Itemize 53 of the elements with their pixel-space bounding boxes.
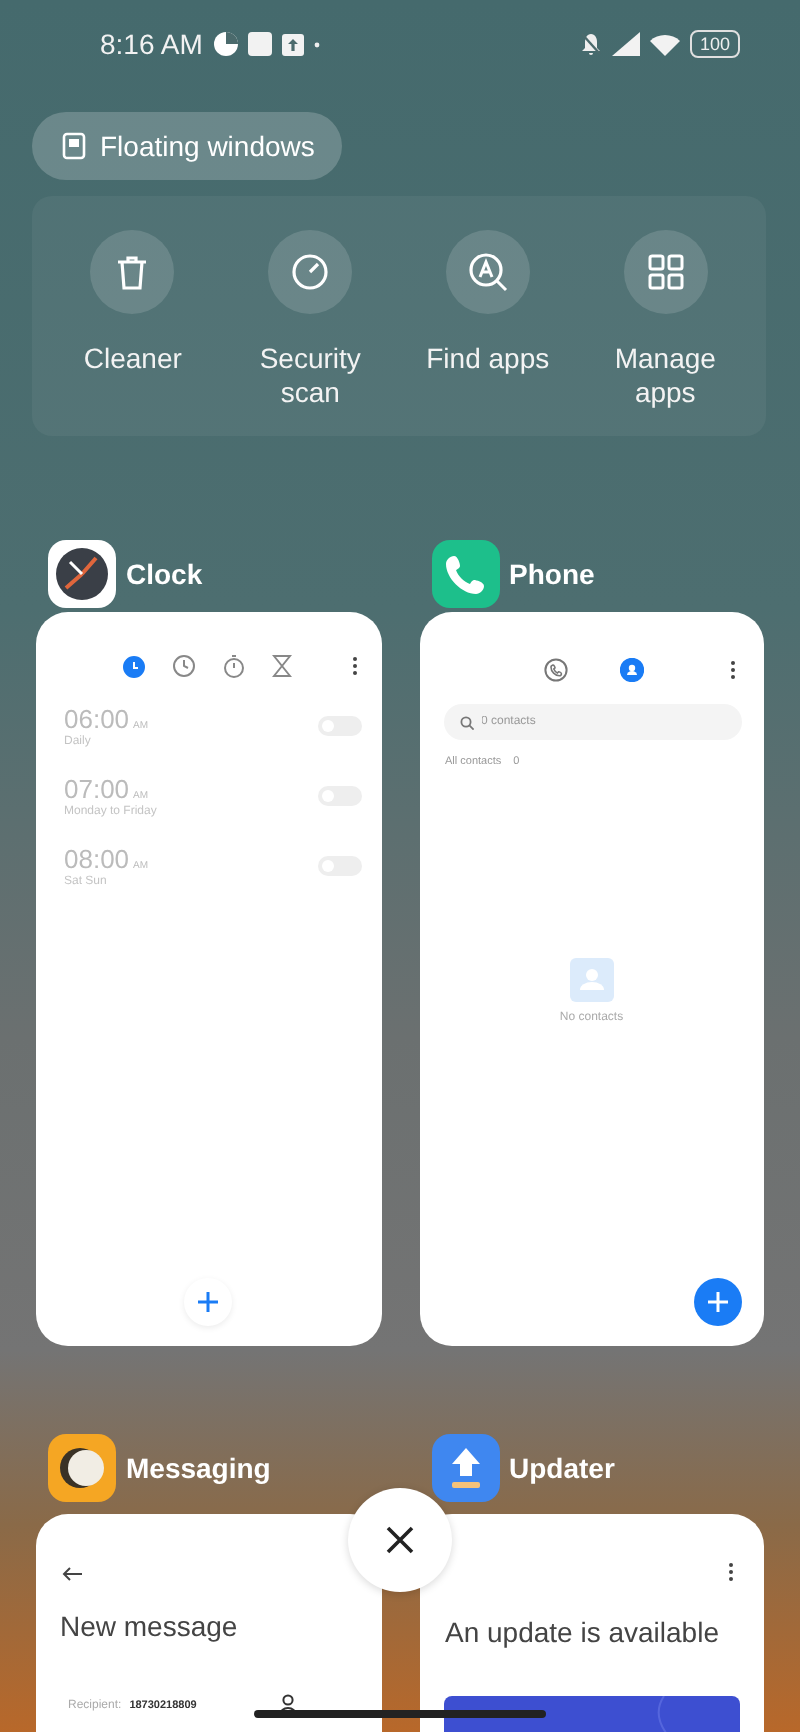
quick-action-label: Cleaner [83, 342, 182, 376]
back-arrow-icon[interactable] [62, 1566, 82, 1582]
notification-icon [214, 32, 239, 56]
app-name: Phone [509, 558, 595, 590]
contact-placeholder-icon [569, 958, 614, 1002]
status-time: 8:16 AM [100, 28, 203, 60]
floating-windows-button[interactable]: Floating windows [32, 112, 343, 180]
messaging-app-icon[interactable] [48, 1434, 116, 1502]
mute-bell-icon [579, 32, 602, 56]
signal-icon [611, 32, 640, 56]
search-icon [459, 715, 473, 729]
quick-action-label: Manage apps [612, 342, 718, 410]
app-preview-card[interactable]: An update is available [419, 1514, 764, 1732]
clock-app-icon[interactable] [48, 540, 116, 608]
quick-action-button[interactable] [268, 230, 353, 314]
alarm-tab-icon[interactable] [122, 654, 146, 678]
quick-action-button[interactable] [623, 230, 708, 314]
quick-action-button[interactable] [445, 230, 530, 314]
app-name: Messaging [126, 1452, 271, 1484]
gauge-icon [290, 252, 331, 292]
upload-icon [282, 33, 305, 55]
more-icon[interactable] [351, 656, 357, 676]
trash-icon [116, 254, 149, 290]
clock-tab-icon[interactable] [172, 654, 196, 678]
plus-icon [196, 1290, 221, 1314]
update-headline: An update is available [445, 1616, 721, 1648]
close-icon [386, 1526, 414, 1554]
alarm-time: 08:00 [64, 844, 130, 874]
screen-title: New message [60, 1610, 240, 1642]
grid-icon [647, 254, 684, 290]
app-name: Updater [509, 1452, 615, 1484]
wifi-icon [649, 33, 680, 55]
hourglass-tab-icon[interactable] [272, 654, 292, 678]
plus-icon [706, 1290, 730, 1314]
alarm-time: 06:00 [64, 704, 130, 734]
app-search-icon [467, 252, 508, 292]
contacts-tab-icon[interactable] [619, 658, 643, 682]
more-dot-icon [314, 41, 321, 47]
quick-action-label: Security scan [257, 342, 363, 410]
calls-tab-icon[interactable] [543, 658, 567, 682]
stopwatch-tab-icon[interactable] [222, 654, 246, 678]
window-icon [62, 132, 86, 160]
app-name: Clock [126, 558, 203, 590]
alarm-time: 07:00 [64, 774, 130, 804]
phone-app-icon[interactable] [431, 540, 499, 608]
add-contact-button[interactable] [694, 1278, 742, 1326]
notification-icon [248, 32, 273, 56]
battery-indicator: 100 [689, 30, 740, 58]
more-icon[interactable] [728, 1562, 734, 1582]
more-icon[interactable] [730, 660, 736, 680]
quick-action-label: Find apps [426, 342, 550, 376]
updater-app-icon[interactable] [431, 1434, 499, 1502]
quick-action-button[interactable] [90, 230, 175, 314]
